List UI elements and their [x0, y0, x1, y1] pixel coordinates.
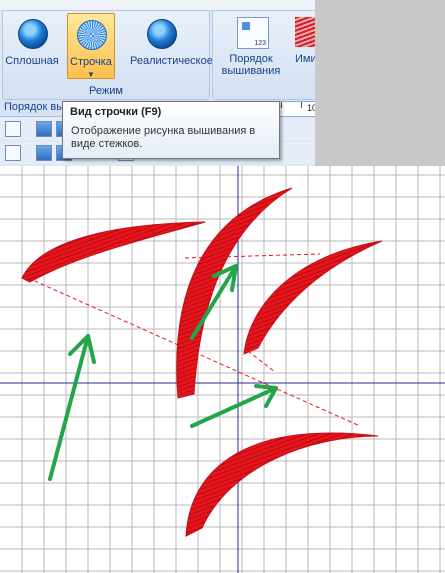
design-canvas[interactable]: [0, 166, 445, 573]
canvas-grid: [0, 166, 445, 573]
stitch-shape[interactable]: [185, 432, 379, 537]
sewing-order-label: Порядок вышивания: [217, 53, 285, 77]
workspace-gray-area: [315, 0, 445, 166]
stitch-view-button[interactable]: Строчка ▼: [67, 13, 115, 79]
sewing-order-bar-label: Порядок вы: [4, 101, 65, 113]
realistic-view-icon: [147, 19, 177, 49]
solid-view-label: Сплошная: [5, 55, 59, 67]
embroidery-shapes[interactable]: [21, 187, 383, 537]
sewing-order-icon: [237, 17, 269, 49]
chevron-down-icon[interactable]: ▼: [87, 70, 95, 79]
tooltip-body: Отображение рисунка вышивания в виде сте…: [71, 125, 256, 150]
sequence-group: Порядок вышивания Ими: [212, 10, 315, 100]
mode-group: Сплошная Строчка ▼ Реалистическое Режим: [2, 10, 213, 100]
arrow-icon: [48, 334, 96, 481]
ruler-number: 10: [307, 103, 315, 113]
sewing-order-button[interactable]: Порядок вышивания: [217, 13, 285, 77]
fit-view-icon[interactable]: [5, 121, 21, 137]
solid-view-button[interactable]: Сплошная: [5, 13, 59, 77]
simulation-label: Ими: [295, 53, 315, 65]
stitch-view-icon: [77, 20, 107, 50]
mode-group-label: Режим: [89, 85, 123, 97]
tooltip: Вид строчки (F9) Отображение рисунка выш…: [62, 101, 280, 159]
ruler-tick: [281, 102, 282, 108]
sewing-order-label-line1: Порядок: [229, 53, 273, 65]
stitch-view-label: Строчка: [70, 56, 112, 68]
rotate-icon[interactable]: [36, 145, 52, 161]
solid-view-icon: [18, 19, 48, 49]
travel-line: [247, 350, 276, 373]
sewing-order-label-line2: вышивания: [221, 65, 281, 77]
realistic-view-button[interactable]: Реалистическое: [130, 13, 213, 77]
move-object-icon[interactable]: [5, 145, 21, 161]
realistic-view-label: Реалистическое: [130, 55, 213, 67]
stitch-shape[interactable]: [21, 221, 206, 283]
ruler-tick: [301, 102, 302, 108]
simulation-icon: [295, 17, 315, 47]
tooltip-title: Вид строчки (F9): [70, 106, 162, 118]
arrow-icon: [190, 384, 278, 428]
stitch-shape[interactable]: [243, 240, 383, 355]
simulation-button[interactable]: Ими: [289, 13, 315, 77]
group-icon[interactable]: [36, 121, 52, 137]
